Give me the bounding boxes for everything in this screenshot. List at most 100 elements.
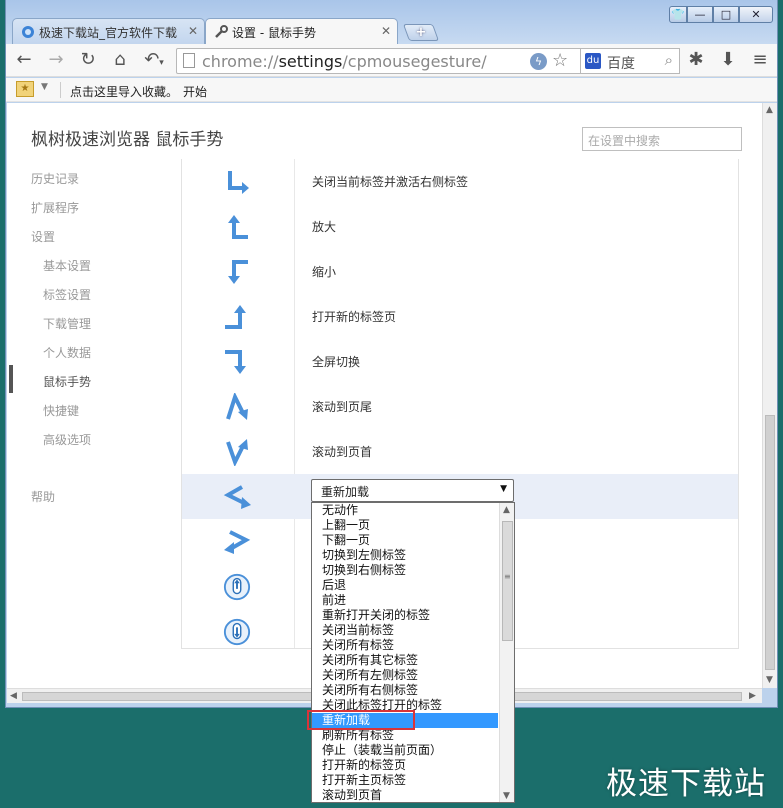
baidu-paw-icon[interactable]: du	[585, 53, 601, 69]
gesture-row[interactable]: 滚动到页首	[182, 429, 738, 474]
scroll-up-icon[interactable]: ▲	[766, 105, 773, 115]
new-tab-button[interactable]: +	[402, 24, 440, 41]
gesture-action-label: 滚动到页尾	[312, 400, 373, 414]
scroll-down-icon[interactable]: ▼	[766, 675, 773, 685]
sidebar-item-extensions[interactable]: 扩展程序	[31, 199, 79, 216]
divider	[60, 82, 61, 98]
dropdown-option[interactable]: 下翻一页	[312, 533, 498, 548]
page-title: 枫树极速浏览器 鼠标手势	[31, 130, 224, 150]
vertical-scrollbar[interactable]: ▲ ▼	[762, 103, 777, 688]
sidebar-item-downloads[interactable]: 下载管理	[43, 315, 91, 332]
dropdown-option[interactable]: 切换到右侧标签	[312, 563, 498, 578]
sidebar-item-help[interactable]: 帮助	[31, 488, 55, 505]
scroll-right-icon[interactable]: ▶	[749, 691, 756, 701]
dropdown-option[interactable]: 上翻一页	[312, 518, 498, 533]
gesture-action-label: 打开新的标签页	[312, 310, 397, 324]
dropdown-option[interactable]: 重新打开关闭的标签	[312, 608, 498, 623]
sidebar-item-mouse-gestures[interactable]: 鼠标手势	[43, 373, 91, 390]
search-engine-name: 百度	[607, 56, 635, 72]
sidebar-item-personal-data[interactable]: 个人数据	[43, 344, 91, 361]
dropdown-option[interactable]: 关闭所有标签	[312, 638, 498, 653]
address-bar[interactable]: chrome://settings/cpmousegesture/ ϟ ☆	[176, 48, 582, 74]
sidebar-item-settings[interactable]: 设置	[31, 228, 55, 245]
bookmark-start-link[interactable]: 开始	[183, 83, 207, 100]
dropdown-option[interactable]: 打开新的标签页	[312, 758, 498, 773]
gesture-action-label: 全屏切换	[312, 355, 361, 369]
scroll-down-icon[interactable]: ▼	[503, 791, 510, 801]
gesture-action-label: 放大	[312, 220, 337, 234]
extensions-puzzle-icon[interactable]: ✱	[684, 48, 708, 72]
gesture-row[interactable]: 滚动到页尾	[182, 384, 738, 429]
action-dropdown-list[interactable]: 无动作 上翻一页 下翻一页 切换到左侧标签 切换到右侧标签 后退 前进 重新打开关闭的标签 关闭…	[311, 502, 515, 803]
search-icon[interactable]: ⌕	[665, 51, 673, 69]
scroll-left-icon[interactable]: ◀	[10, 691, 17, 701]
maximize-button[interactable]: □	[713, 6, 739, 23]
minimize-button[interactable]: —	[687, 6, 713, 23]
home-icon[interactable]: ⌂	[108, 48, 132, 72]
url-text[interactable]: chrome://settings/cpmousegesture/	[202, 52, 487, 71]
dropdown-option[interactable]: 关闭当前标签	[312, 623, 498, 638]
gesture-row[interactable]: 打开新的标签页	[182, 294, 738, 339]
dropdown-scrollbar[interactable]: ▲ ≡ ▼	[499, 503, 514, 802]
gesture-action-label: 缩小	[312, 265, 337, 279]
dropdown-option[interactable]: 停止（装载当前页面）	[312, 743, 498, 758]
site-favicon-icon	[22, 26, 34, 38]
gesture-action-select[interactable]: 重新加载 ▼	[311, 479, 514, 502]
bookmark-import-link[interactable]: 点击这里导入收藏。	[70, 83, 178, 100]
title-bar: 极速下载站_官方软件下载 ✕ 设置 - 鼠标手势 ✕ + 👕 — □ ✕	[6, 0, 777, 45]
dropdown-option[interactable]: 后退	[312, 578, 498, 593]
menu-icon[interactable]: ≡	[748, 48, 772, 72]
scroll-up-icon[interactable]: ▲	[503, 505, 510, 515]
dropdown-option[interactable]: 关闭所有右侧标签	[312, 683, 498, 698]
gesture-up-down-icon	[226, 393, 248, 420]
annotation-highlight-box	[307, 710, 415, 730]
chevron-down-icon[interactable]: ▼	[500, 484, 507, 494]
gesture-action-label: 滚动到页首	[312, 445, 373, 459]
sidebar-item-basic[interactable]: 基本设置	[43, 257, 91, 274]
sidebar-item-advanced[interactable]: 高级选项	[43, 431, 91, 448]
scroll-thumb[interactable]: ≡	[502, 521, 513, 641]
dropdown-options: 无动作 上翻一页 下翻一页 切换到左侧标签 切换到右侧标签 后退 前进 重新打开关闭的标签 关闭…	[312, 503, 498, 802]
dropdown-option[interactable]: 关闭所有左侧标签	[312, 668, 498, 683]
tab-label: 极速下载站_官方软件下载	[39, 26, 178, 40]
tab-download-site[interactable]: 极速下载站_官方软件下载 ✕	[12, 18, 205, 45]
bookmark-star-icon[interactable]: ☆	[552, 50, 568, 71]
chevron-down-icon[interactable]: ▼	[41, 82, 48, 92]
gesture-row[interactable]: 缩小	[182, 249, 738, 294]
reload-icon[interactable]: ↻	[76, 48, 100, 72]
tab-settings[interactable]: 设置 - 鼠标手势 ✕	[205, 18, 398, 45]
page-icon	[183, 53, 195, 68]
tab-label: 设置 - 鼠标手势	[232, 26, 316, 40]
mouse-wheel-up-icon	[223, 573, 251, 601]
sidebar-item-tabs[interactable]: 标签设置	[43, 286, 91, 303]
tab-close-icon[interactable]: ✕	[188, 24, 198, 38]
dropdown-option[interactable]: 刷新所有标签	[312, 728, 498, 743]
tab-close-icon[interactable]: ✕	[381, 24, 391, 38]
settings-search-input[interactable]: 在设置中搜索	[582, 127, 742, 151]
undo-close-tab-icon[interactable]: ↶▾	[138, 48, 170, 72]
sidebar-item-shortcuts[interactable]: 快捷键	[43, 402, 79, 419]
scroll-thumb[interactable]	[765, 415, 775, 670]
bookmarks-folder-icon[interactable]: ★	[16, 81, 34, 97]
dropdown-option[interactable]: 前进	[312, 593, 498, 608]
gesture-row[interactable]: 全屏切换	[182, 339, 738, 384]
wrench-icon	[215, 25, 228, 38]
dropdown-option[interactable]: 无动作	[312, 503, 498, 518]
select-value: 重新加载	[321, 485, 370, 499]
close-button[interactable]: ✕	[739, 6, 773, 23]
gesture-row[interactable]: 放大	[182, 204, 738, 249]
search-engine-box[interactable]: du 百度 ⌕	[580, 48, 680, 74]
sidebar-item-history[interactable]: 历史记录	[31, 170, 79, 187]
download-icon[interactable]: ⬇	[716, 48, 740, 72]
dropdown-option[interactable]: 打开新主页标签	[312, 773, 498, 788]
forward-icon[interactable]: →	[44, 48, 68, 72]
mouse-wheel-down-icon	[223, 618, 251, 646]
dropdown-option[interactable]: 滚动到页首	[312, 788, 498, 802]
dropdown-option[interactable]: 关闭所有其它标签	[312, 653, 498, 668]
skin-icon[interactable]: 👕	[669, 6, 687, 23]
back-icon[interactable]: ←	[12, 48, 36, 72]
gesture-row[interactable]: 关闭当前标签并激活右侧标签	[182, 159, 738, 204]
watermark: 极速下载站	[606, 766, 766, 802]
dropdown-option[interactable]: 切换到左侧标签	[312, 548, 498, 563]
lightning-icon[interactable]: ϟ	[530, 53, 547, 70]
